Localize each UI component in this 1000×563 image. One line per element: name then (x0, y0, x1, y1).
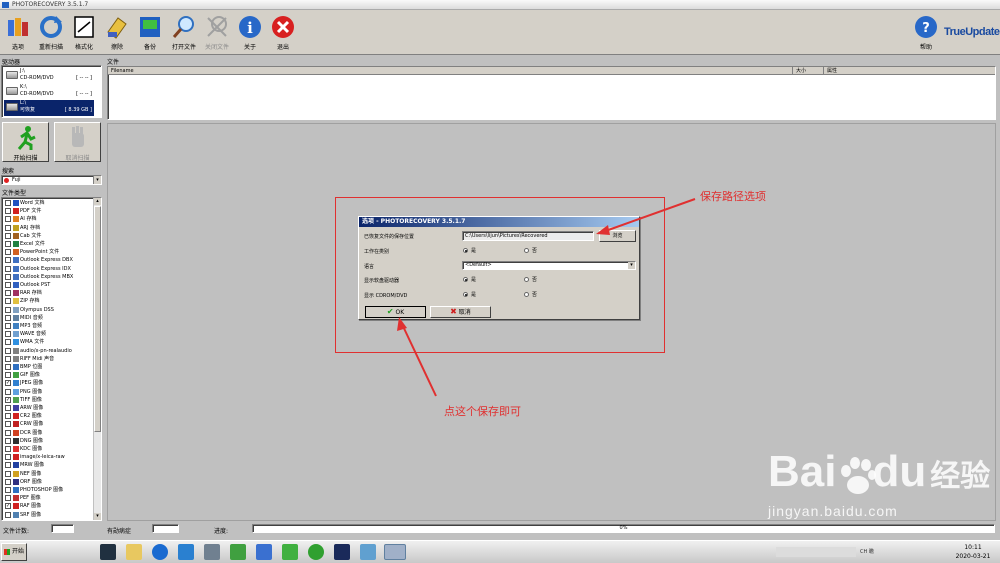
watermark-brand2: du (872, 447, 927, 496)
watermark-brand: Bai (768, 447, 837, 496)
arrow-line-top (599, 198, 696, 234)
start-label: 开始 (12, 548, 25, 555)
taskbar: 开始 CH 瞻 10:11 2020-03-21 (0, 540, 1000, 563)
clock[interactable]: 10:11 2020-03-21 (955, 544, 991, 560)
photoshop-icon[interactable] (334, 544, 350, 560)
progress-label: 进度: (214, 528, 229, 535)
browser-icon[interactable] (308, 544, 324, 560)
arrow-head-bottom (397, 317, 407, 331)
watermark-url: jingyan.baidu.com (768, 503, 898, 519)
taskbar-app-icon[interactable] (100, 544, 116, 560)
clock-time: 10:11 (964, 544, 982, 551)
taskbar-app-icon[interactable] (152, 544, 168, 560)
arrow-head-top (596, 225, 610, 235)
recovered-label: 有勋病症 (107, 528, 132, 535)
photorecovery-task-icon[interactable] (384, 544, 406, 560)
windows-icon (4, 549, 10, 555)
start-button[interactable]: 开始 (1, 543, 27, 561)
taskbar-app-icon[interactable] (178, 544, 194, 560)
file-count-field (51, 524, 74, 533)
folder-icon[interactable] (126, 544, 142, 560)
arrow-line-bottom (400, 321, 437, 397)
taskbar-app-icon[interactable] (256, 544, 272, 560)
clock-date: 2020-03-21 (955, 553, 991, 560)
progress-bar: 0% (252, 524, 995, 533)
paw-icon (841, 457, 876, 494)
watermark-cn: 经验 (930, 460, 991, 493)
taskbar-app-icon[interactable] (360, 544, 376, 560)
system-tray (776, 547, 856, 557)
file-count-label: 文件计数: (3, 528, 30, 535)
progress-text: 0% (619, 525, 628, 531)
ime-label[interactable]: CH 瞻 (860, 548, 874, 555)
taskbar-app-icon[interactable] (230, 544, 246, 560)
wechat-icon[interactable] (282, 544, 298, 560)
recovered-field (152, 524, 179, 533)
watermark-logo: Bai du 经验 (768, 450, 990, 499)
taskbar-app-icon[interactable] (204, 544, 220, 560)
